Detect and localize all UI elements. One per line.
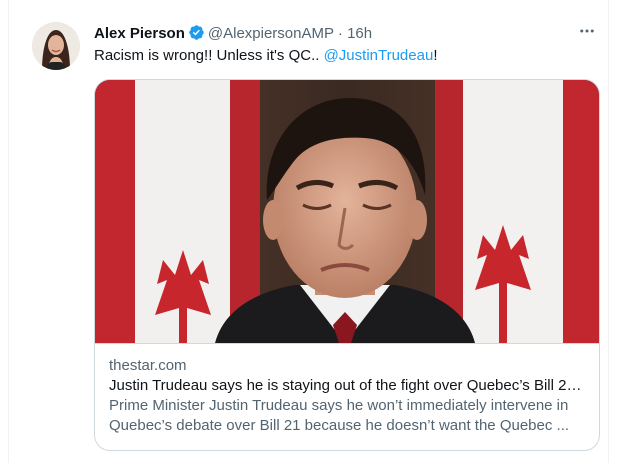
card-domain: thestar.com	[109, 357, 187, 374]
tweet-text-body: Racism is wrong!! Unless it's QC..	[94, 47, 324, 64]
card-description-line-2: Quebec’s debate over Bill 21 because he …	[109, 417, 570, 434]
avatar-image	[32, 22, 80, 70]
verified-badge-icon	[188, 24, 205, 41]
more-dots-glyph	[580, 29, 594, 33]
tweet-text-end: !	[433, 47, 438, 64]
more-options-icon[interactable]	[576, 20, 598, 42]
author-handle[interactable]: @AlexpiersonAMP	[208, 25, 334, 42]
tweet[interactable]: Alex Pierson @AlexpiersonAMP · 16h Racism…	[8, 0, 609, 463]
link-preview-card[interactable]: thestar.com Justin Trudeau says he is st…	[94, 79, 600, 451]
tweet-header: Alex Pierson @AlexpiersonAMP · 16h	[94, 24, 588, 44]
card-details[interactable]: thestar.com Justin Trudeau says he is st…	[95, 343, 599, 450]
card-description-line-1: Prime Minister Justin Trudeau says he wo…	[109, 397, 569, 414]
card-title: Justin Trudeau says he is staying out of…	[109, 377, 585, 394]
tweet-timestamp[interactable]: 16h	[347, 25, 372, 42]
author-name[interactable]: Alex Pierson	[94, 25, 185, 42]
avatar[interactable]	[32, 22, 80, 70]
card-image[interactable]	[95, 80, 599, 343]
mention-link[interactable]: @JustinTrudeau	[324, 47, 434, 64]
card-photo	[95, 80, 599, 343]
tweet-text: Racism is wrong!! Unless it's QC.. @Just…	[94, 46, 437, 66]
separator-dot: ·	[337, 25, 343, 42]
